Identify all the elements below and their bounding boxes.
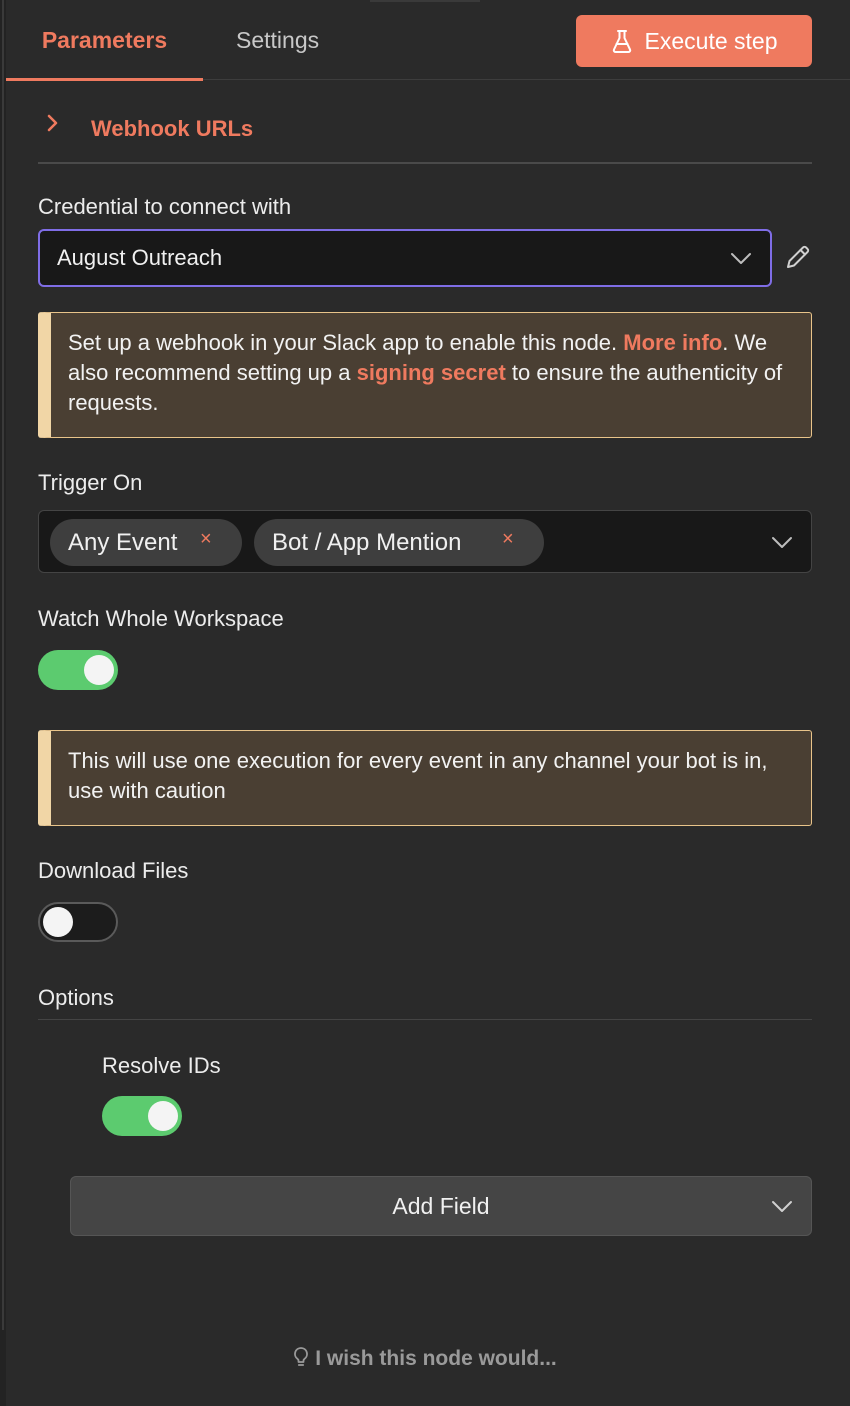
chip-label: Bot / App Mention bbox=[272, 528, 462, 556]
trigger-chip-bot-app-mention: Bot / App Mention × bbox=[254, 519, 544, 566]
panel-left-border bbox=[0, 0, 6, 1406]
webhook-urls-section[interactable]: Webhook URLs bbox=[38, 108, 812, 164]
tab-settings[interactable]: Settings bbox=[236, 0, 319, 80]
credential-value: August Outreach bbox=[57, 245, 223, 270]
resolve-ids-label: Resolve IDs bbox=[102, 1053, 221, 1078]
add-field-label: Add Field bbox=[392, 1192, 490, 1219]
options-header: Options bbox=[38, 985, 812, 1020]
download-files-label: Download Files bbox=[38, 858, 189, 883]
trigger-chip-any-event: Any Event × bbox=[50, 519, 242, 566]
chevron-down-icon bbox=[731, 253, 751, 264]
chip-label: Any Event bbox=[68, 528, 178, 556]
more-info-link[interactable]: More info bbox=[623, 330, 722, 355]
execute-step-button[interactable]: Execute step bbox=[576, 15, 812, 67]
credential-select[interactable]: August Outreach bbox=[38, 229, 772, 287]
resolve-ids-toggle[interactable] bbox=[102, 1096, 182, 1136]
pencil-icon[interactable] bbox=[784, 243, 812, 271]
notice-text-1: Set up a webhook in your Slack app to en… bbox=[68, 330, 624, 355]
watch-workspace-label: Watch Whole Workspace bbox=[38, 606, 284, 631]
remove-chip-icon[interactable]: × bbox=[200, 528, 212, 551]
credential-label: Credential to connect with bbox=[38, 194, 292, 219]
feedback-label: I wish this node would... bbox=[315, 1347, 557, 1370]
trigger-on-select[interactable]: Any Event × Bot / App Mention × bbox=[38, 510, 812, 573]
chevron-down-icon bbox=[772, 537, 792, 548]
lightbulb-icon bbox=[294, 1347, 309, 1366]
signing-secret-link[interactable]: signing secret bbox=[357, 360, 506, 385]
chevron-right-icon bbox=[47, 114, 58, 132]
add-field-button[interactable]: Add Field bbox=[70, 1176, 812, 1236]
flask-icon bbox=[612, 30, 631, 53]
webhook-urls-label: Webhook URLs bbox=[91, 116, 254, 141]
node-feedback-link[interactable]: I wish this node would... bbox=[0, 1346, 850, 1371]
trigger-on-label: Trigger On bbox=[38, 470, 143, 495]
watch-workspace-toggle[interactable] bbox=[38, 650, 118, 690]
options-label: Options bbox=[38, 985, 114, 1010]
remove-chip-icon[interactable]: × bbox=[502, 528, 514, 551]
toggle-knob bbox=[148, 1101, 178, 1131]
toggle-knob bbox=[43, 907, 73, 937]
execute-step-label: Execute step bbox=[644, 27, 778, 54]
caution-notice: This will use one execution for every ev… bbox=[38, 730, 812, 826]
tab-parameters[interactable]: Parameters bbox=[6, 0, 203, 81]
webhook-setup-notice: Set up a webhook in your Slack app to en… bbox=[38, 312, 812, 438]
download-files-toggle[interactable] bbox=[38, 902, 118, 942]
chevron-down-icon bbox=[772, 1201, 792, 1212]
toggle-knob bbox=[84, 655, 114, 685]
caution-text: This will use one execution for every ev… bbox=[68, 748, 768, 803]
